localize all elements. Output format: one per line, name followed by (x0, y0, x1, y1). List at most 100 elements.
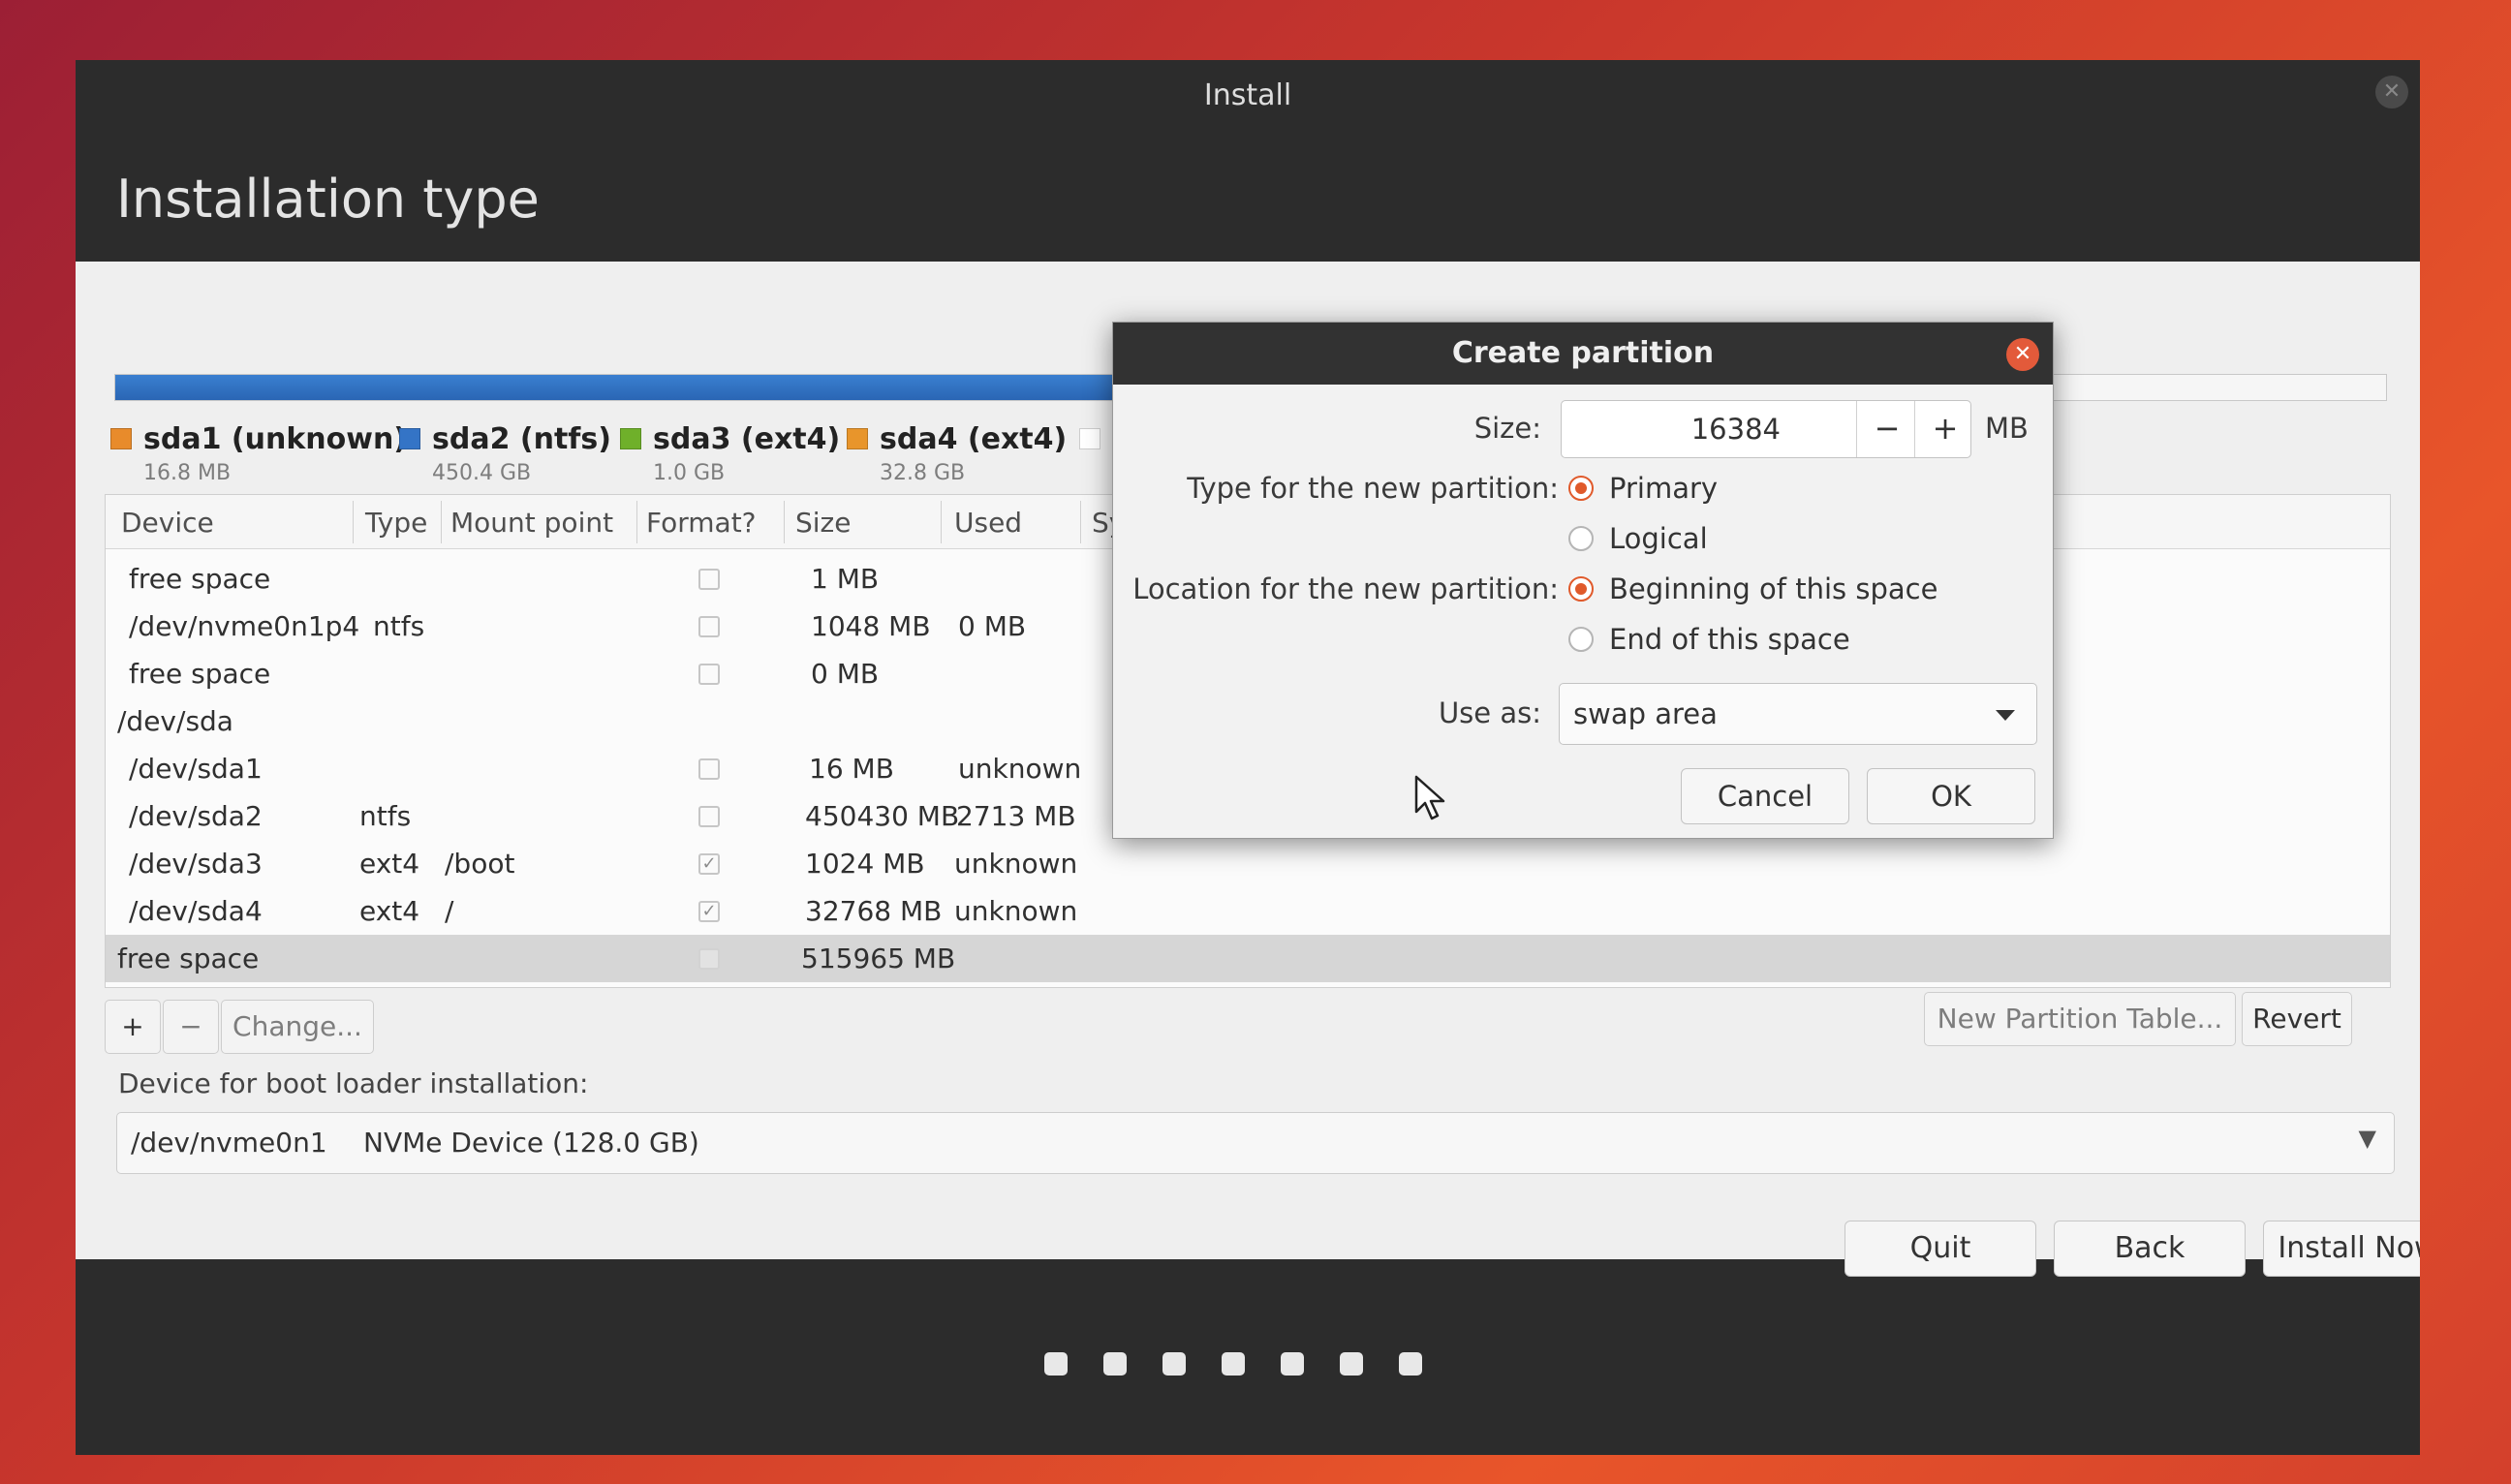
cell-device: free space (117, 943, 260, 974)
table-row[interactable]: /dev/sda3 ext4 /boot ✓ 1024 MB unknown (106, 840, 2390, 887)
bootloader-label: Device for boot loader installation: (118, 1067, 589, 1099)
step-dot (1281, 1352, 1304, 1376)
step-dot (1222, 1352, 1245, 1376)
cell-device: /dev/sda3 (129, 848, 263, 880)
increment-button[interactable]: + (1916, 401, 1974, 457)
close-icon[interactable]: ✕ (2006, 338, 2039, 371)
location-end-label[interactable]: End of this space (1609, 623, 1850, 656)
column-size[interactable]: Size (795, 507, 851, 539)
use-as-select[interactable]: swap area (1559, 683, 2037, 745)
legend-swatch (110, 428, 132, 449)
step-dot (1103, 1352, 1127, 1376)
cell-device: /dev/sda1 (129, 753, 263, 785)
cell-size: 0 MB (811, 658, 880, 690)
back-button[interactable]: Back (2054, 1221, 2246, 1277)
bootloader-device-select[interactable]: /dev/nvme0n1 NVMe Device (128.0 GB) ▼ (116, 1112, 2395, 1174)
column-type[interactable]: Type (365, 507, 427, 539)
column-format[interactable]: Format? (646, 507, 757, 539)
column-separator (636, 501, 637, 543)
type-logical-radio[interactable] (1568, 526, 1594, 551)
cell-device: free space (129, 563, 271, 595)
ok-button[interactable]: OK (1867, 768, 2035, 824)
cell-mount-point: / (445, 895, 454, 927)
column-separator (941, 501, 942, 543)
format-checkbox[interactable] (698, 664, 720, 685)
format-checkbox[interactable] (698, 758, 720, 780)
cell-size: 1048 MB (811, 610, 931, 642)
format-checkbox[interactable] (698, 806, 720, 827)
type-logical-label[interactable]: Logical (1609, 522, 1708, 555)
spin-separator (1856, 401, 1857, 457)
column-separator (353, 501, 354, 543)
cell-device: /dev/sda (117, 705, 233, 737)
cell-size: 16 MB (809, 753, 894, 785)
type-primary-label[interactable]: Primary (1609, 472, 1718, 505)
cancel-button[interactable]: Cancel (1681, 768, 1849, 824)
use-as-value: swap area (1573, 697, 1718, 730)
bootloader-device-description: NVMe Device (128.0 GB) (363, 1127, 699, 1159)
cell-type: ntfs (373, 610, 425, 642)
step-dot (1340, 1352, 1363, 1376)
table-row-selected[interactable]: free space 515965 MB (106, 935, 2390, 982)
chevron-down-icon: ▼ (2358, 1125, 2376, 1152)
type-label: Type for the new partition: (1187, 472, 1559, 505)
format-checkbox[interactable] (698, 948, 720, 970)
cell-type: ext4 (359, 895, 420, 927)
quit-button[interactable]: Quit (1844, 1221, 2036, 1277)
change-partition-button[interactable]: Change... (221, 1000, 374, 1054)
cell-device: /dev/sda4 (129, 895, 263, 927)
legend-swatch (1079, 428, 1100, 449)
cell-used: unknown (954, 848, 1078, 880)
column-separator (441, 501, 442, 543)
cell-device: free space (129, 658, 271, 690)
mouse-pointer-icon (1414, 775, 1445, 820)
legend-name: sda4 (ext4) (880, 422, 1068, 456)
size-label: Size: (1473, 412, 1541, 445)
column-separator (784, 501, 785, 543)
format-checkbox[interactable] (698, 616, 720, 637)
table-row[interactable]: /dev/sda4 ext4 / ✓ 32768 MB unknown (106, 887, 2390, 935)
legend-size: 16.8 MB (143, 461, 232, 485)
location-end-radio[interactable] (1568, 627, 1594, 652)
spin-separator (1914, 401, 1915, 457)
window-title: Install (1203, 78, 1292, 112)
dialog-title: Create partition (1113, 323, 2053, 385)
legend-size: 32.8 GB (880, 461, 966, 485)
location-label: Location for the new partition: (1132, 572, 1559, 605)
format-checkbox[interactable] (698, 569, 720, 590)
legend-name: sda2 (ntfs) (432, 422, 611, 456)
size-spinbox[interactable]: 16384 − + (1561, 400, 1971, 458)
cell-used: unknown (954, 895, 1078, 927)
legend-swatch (399, 428, 420, 449)
type-primary-radio[interactable] (1568, 476, 1594, 501)
legend-swatch (847, 428, 868, 449)
revert-button[interactable]: Revert (2242, 992, 2352, 1046)
cell-device: /dev/sda2 (129, 800, 263, 832)
install-now-button[interactable]: Install Now (2263, 1221, 2420, 1277)
step-dot (1162, 1352, 1186, 1376)
add-partition-button[interactable]: + (105, 1000, 161, 1054)
column-used[interactable]: Used (954, 507, 1022, 539)
location-beginning-radio[interactable] (1568, 576, 1594, 602)
decrement-button[interactable]: − (1858, 401, 1916, 457)
cell-size: 1 MB (811, 563, 880, 595)
legend-name: sda3 (ext4) (653, 422, 841, 456)
bar-segment-sda2 (115, 375, 1146, 400)
column-device[interactable]: Device (121, 507, 214, 539)
format-checkbox[interactable]: ✓ (698, 901, 720, 922)
cell-size: 515965 MB (801, 943, 956, 974)
new-partition-table-button[interactable]: New Partition Table... (1924, 992, 2236, 1046)
location-beginning-label[interactable]: Beginning of this space (1609, 572, 1938, 605)
legend-size: 1.0 GB (653, 461, 726, 485)
legend-swatch (620, 428, 641, 449)
step-dot (1399, 1352, 1422, 1376)
cell-used: 2713 MB (956, 800, 1076, 832)
cell-used: unknown (958, 753, 1082, 785)
window-close-icon[interactable]: ✕ (2375, 76, 2408, 108)
create-partition-dialog: Create partition ✕ Size: 16384 − + MB Ty… (1112, 322, 2054, 839)
column-mount-point[interactable]: Mount point (450, 507, 613, 539)
remove-partition-button[interactable]: − (163, 1000, 219, 1054)
size-value: 16384 (1690, 413, 1781, 446)
format-checkbox[interactable]: ✓ (698, 853, 720, 875)
legend-size: 450.4 GB (432, 461, 532, 485)
